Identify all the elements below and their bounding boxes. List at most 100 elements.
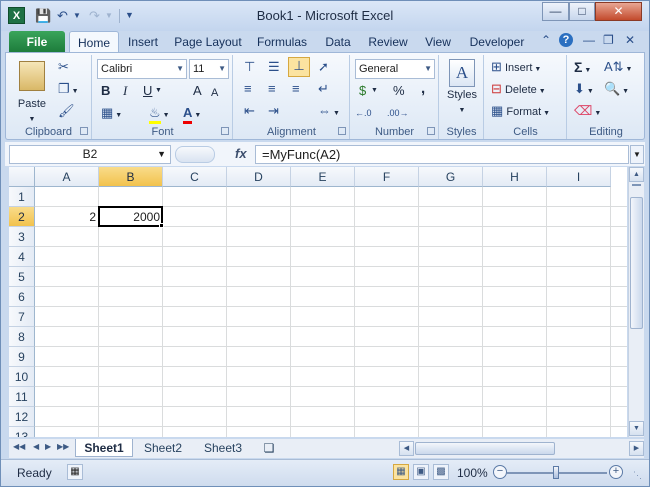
insert-sheet-icon[interactable]: ❏ bbox=[257, 439, 281, 457]
font-size-select[interactable]: 11 ▼ bbox=[189, 59, 229, 79]
underline-button[interactable]: U bbox=[143, 83, 152, 99]
tab-developer[interactable]: Developer bbox=[465, 31, 529, 53]
zoom-level[interactable]: 100% bbox=[457, 466, 488, 480]
bottom-align-button[interactable]: ⊥ bbox=[288, 57, 310, 77]
scroll-left-icon[interactable]: ◀ bbox=[399, 441, 414, 456]
increase-indent-button[interactable]: ⇥ bbox=[268, 103, 279, 120]
column-header-b[interactable]: B bbox=[99, 167, 163, 187]
grow-font-button[interactable]: A bbox=[193, 83, 202, 99]
row-header-5[interactable]: 5 bbox=[9, 267, 35, 287]
cut-button[interactable]: ✂ bbox=[58, 59, 69, 76]
row-header-7[interactable]: 7 bbox=[9, 307, 35, 327]
row-header-12[interactable]: 12 bbox=[9, 407, 35, 427]
help-icon[interactable]: ? bbox=[559, 33, 573, 47]
fill-color-button[interactable]: ♨ ▼ bbox=[149, 105, 170, 124]
scroll-right-icon[interactable]: ▶ bbox=[629, 441, 644, 456]
font-color-button[interactable]: A ▼ bbox=[183, 105, 201, 124]
row-header-13[interactable]: 13 bbox=[9, 427, 35, 437]
workbook-minimize-icon[interactable]: — bbox=[583, 33, 595, 47]
format-painter-button[interactable]: 🖌 bbox=[58, 103, 75, 120]
horizontal-scrollbar[interactable]: ◀ ▶ bbox=[399, 441, 644, 456]
autosum-button[interactable]: Σ ▼ bbox=[574, 59, 591, 79]
decrease-decimal-button[interactable]: .00→ bbox=[387, 105, 409, 121]
row-header-11[interactable]: 11 bbox=[9, 387, 35, 407]
tab-view[interactable]: View bbox=[421, 31, 455, 53]
insert-function-button[interactable]: fx bbox=[235, 146, 247, 161]
currency-dropdown-icon[interactable]: ▼ bbox=[371, 83, 378, 99]
center-button[interactable]: ≡ bbox=[268, 81, 276, 98]
sort-filter-button[interactable]: A⇅ ▼ bbox=[604, 59, 632, 78]
macro-record-icon[interactable]: ▦ bbox=[67, 464, 83, 480]
normal-view-icon[interactable]: ▦ bbox=[393, 464, 409, 480]
find-select-button[interactable]: 🔍 ▼ bbox=[604, 81, 629, 100]
scroll-up-icon[interactable]: ▲ bbox=[629, 167, 644, 182]
maximize-button[interactable]: □ bbox=[569, 2, 595, 21]
number-launcher-icon[interactable] bbox=[427, 127, 435, 135]
tab-insert[interactable]: Insert bbox=[121, 31, 165, 53]
middle-align-button[interactable]: ☰ bbox=[268, 59, 280, 76]
vertical-scroll-thumb[interactable] bbox=[630, 197, 643, 329]
clipboard-launcher-icon[interactable] bbox=[80, 127, 88, 135]
tab-review[interactable]: Review bbox=[365, 31, 411, 53]
minimize-button[interactable]: — bbox=[542, 2, 569, 21]
workbook-restore-icon[interactable]: ❐ bbox=[603, 33, 614, 47]
font-launcher-icon[interactable] bbox=[221, 127, 229, 135]
styles-button[interactable]: A Styles ▼ bbox=[442, 59, 482, 119]
align-right-button[interactable]: ≡ bbox=[292, 81, 300, 98]
orientation-button[interactable]: ➚ bbox=[318, 59, 329, 76]
row-header-2[interactable]: 2 bbox=[9, 207, 35, 227]
merge-center-button[interactable]: ⇔ ▼ bbox=[318, 103, 340, 122]
name-box[interactable]: B2 ▼ bbox=[9, 145, 171, 164]
worksheet-grid[interactable]: A B C D E F G H I 1 2 3 4 5 6 7 8 9 10 11 12 13 2 2000 bbox=[9, 167, 627, 437]
row-header-3[interactable]: 3 bbox=[9, 227, 35, 247]
wrap-text-button[interactable]: ↵ bbox=[318, 81, 329, 98]
clear-button[interactable]: ⌫ ▼ bbox=[574, 103, 601, 122]
expand-formula-bar-icon[interactable]: ▼ bbox=[630, 145, 644, 164]
first-sheet-icon[interactable]: ◀◀ bbox=[13, 442, 25, 451]
cell-a2[interactable]: 2 bbox=[35, 207, 99, 227]
workbook-close-icon[interactable]: ✕ bbox=[625, 33, 635, 47]
next-sheet-icon[interactable]: ▶ bbox=[45, 442, 51, 451]
row-header-4[interactable]: 4 bbox=[9, 247, 35, 267]
page-break-preview-icon[interactable]: ▩ bbox=[433, 464, 449, 480]
tab-home[interactable]: Home bbox=[69, 31, 119, 53]
underline-dropdown-icon[interactable]: ▼ bbox=[155, 83, 162, 99]
tab-data[interactable]: Data bbox=[319, 31, 357, 53]
delete-cells-button[interactable]: ⊟ Delete ▼ bbox=[491, 81, 546, 100]
copy-button[interactable]: ❐ ▼ bbox=[58, 81, 79, 100]
sheet-tab-3[interactable]: Sheet3 bbox=[195, 439, 251, 457]
vertical-scrollbar[interactable]: ▲ ▼ bbox=[628, 167, 644, 437]
alignment-launcher-icon[interactable] bbox=[338, 127, 346, 135]
column-header-h[interactable]: H bbox=[483, 167, 547, 187]
paste-button[interactable]: Paste ▼ bbox=[14, 59, 50, 123]
last-sheet-icon[interactable]: ▶▶ bbox=[57, 442, 69, 451]
row-header-6[interactable]: 6 bbox=[9, 287, 35, 307]
row-header-1[interactable]: 1 bbox=[9, 187, 35, 207]
zoom-in-button[interactable]: + bbox=[609, 465, 623, 479]
column-header-f[interactable]: F bbox=[355, 167, 419, 187]
percent-button[interactable]: % bbox=[393, 83, 405, 99]
fill-handle[interactable] bbox=[159, 223, 164, 228]
sheet-tab-1[interactable]: Sheet1 bbox=[75, 439, 133, 457]
horizontal-scroll-thumb[interactable] bbox=[415, 442, 555, 455]
tab-page-layout[interactable]: Page Layout bbox=[171, 31, 245, 53]
format-cells-button[interactable]: ▦ Format ▼ bbox=[491, 103, 550, 122]
bold-button[interactable]: B bbox=[101, 83, 110, 99]
minimize-ribbon-icon[interactable]: ⌃ bbox=[541, 33, 551, 47]
currency-button[interactable]: $ bbox=[359, 83, 366, 99]
column-header-a[interactable]: A bbox=[35, 167, 99, 187]
scroll-down-icon[interactable]: ▼ bbox=[629, 421, 644, 436]
increase-decimal-button[interactable]: ←.0 bbox=[355, 105, 372, 121]
decrease-indent-button[interactable]: ⇤ bbox=[244, 103, 255, 120]
formula-input[interactable]: =MyFunc(A2) bbox=[255, 145, 629, 164]
top-align-button[interactable]: ⊤ bbox=[244, 59, 255, 76]
number-format-select[interactable]: General ▼ bbox=[355, 59, 435, 79]
zoom-out-button[interactable]: − bbox=[493, 465, 507, 479]
page-layout-view-icon[interactable]: ▣ bbox=[413, 464, 429, 480]
comma-button[interactable]: , bbox=[421, 81, 425, 97]
row-header-10[interactable]: 10 bbox=[9, 367, 35, 387]
tab-formulas[interactable]: Formulas bbox=[253, 31, 311, 53]
insert-cells-button[interactable]: ⊞ Insert ▼ bbox=[491, 59, 541, 78]
column-header-d[interactable]: D bbox=[227, 167, 291, 187]
align-left-button[interactable]: ≡ bbox=[244, 81, 252, 98]
